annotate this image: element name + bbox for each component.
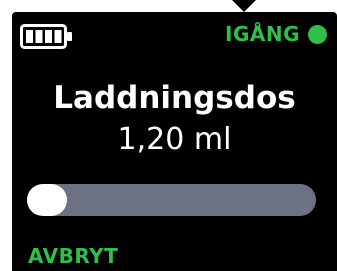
device-screen: IGÅNG Laddningsdos 1,20 ml AVBRYT [12, 12, 337, 271]
cancel-button[interactable]: AVBRYT [28, 244, 118, 268]
battery-cell [54, 30, 62, 43]
status-indicator: IGÅNG [225, 22, 327, 46]
page-title: Laddningsdos [53, 80, 296, 116]
status-label: IGÅNG [225, 22, 300, 46]
pointer-arrow-icon [232, 0, 256, 12]
battery-cell [35, 30, 43, 43]
battery-icon [20, 24, 72, 49]
status-dot-icon [308, 24, 327, 44]
battery-cell [26, 30, 33, 43]
dose-value: 1,20 ml [117, 122, 232, 157]
progress-bar [27, 184, 316, 216]
progress-knob [27, 184, 67, 216]
battery-cell [45, 30, 52, 43]
